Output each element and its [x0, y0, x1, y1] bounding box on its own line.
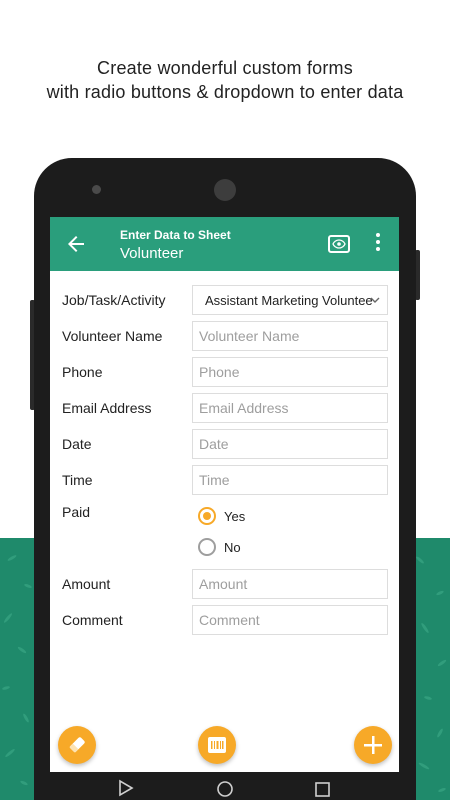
- nav-back-icon[interactable]: [119, 779, 134, 797]
- email-input[interactable]: [192, 393, 388, 423]
- date-label: Date: [62, 436, 92, 452]
- app-screen: Enter Data to Sheet Volunteer Job/Task/A…: [50, 217, 399, 772]
- promo-headline-line2: with radio buttons & dropdown to enter d…: [46, 82, 404, 102]
- date-input[interactable]: [192, 429, 388, 459]
- job-label: Job/Task/Activity: [62, 292, 166, 308]
- paid-label: Paid: [62, 504, 91, 520]
- phone-label: Phone: [62, 364, 103, 380]
- radio-unchecked-icon: [198, 538, 216, 556]
- paid-radio-no-label: No: [224, 540, 241, 555]
- amount-label: Amount: [62, 576, 111, 592]
- phone-camera: [214, 179, 236, 201]
- job-select[interactable]: Assistant Marketing Volunteer: [192, 285, 388, 315]
- form-row-phone: Phone: [50, 357, 399, 389]
- add-icon[interactable]: [354, 726, 392, 764]
- form-row-amount: Amount: [50, 569, 399, 601]
- phone-input[interactable]: [192, 357, 388, 387]
- barcode-scan-icon[interactable]: [198, 726, 236, 764]
- eraser-icon[interactable]: [58, 726, 96, 764]
- chevron-down-icon: [370, 297, 380, 303]
- paid-radio-yes-label: Yes: [224, 509, 246, 524]
- radio-checked-icon: [198, 507, 216, 525]
- nav-home-icon[interactable]: [217, 781, 233, 797]
- amount-input[interactable]: [192, 569, 388, 599]
- promo-headline: Create wonderful custom forms with radio…: [0, 56, 450, 104]
- form-row-job: Job/Task/Activity Assistant Marketing Vo…: [50, 285, 399, 317]
- form-row-date: Date: [50, 429, 399, 461]
- phone-sensor: [92, 185, 101, 194]
- email-label: Email Address: [62, 400, 152, 416]
- app-bar-subtitle: Volunteer: [120, 245, 184, 262]
- system-nav-bar: [50, 774, 399, 800]
- arrow-left-icon[interactable]: [64, 232, 88, 256]
- time-label: Time: [62, 472, 93, 488]
- more-vert-icon[interactable]: [374, 233, 382, 255]
- form-row-paid: Paid Yes No: [50, 497, 399, 567]
- volunteer-name-label: Volunteer Name: [62, 328, 163, 344]
- comment-input[interactable]: [192, 605, 388, 635]
- app-bar-title: Enter Data to Sheet: [120, 228, 231, 242]
- app-bar: Enter Data to Sheet Volunteer: [50, 217, 399, 271]
- eye-icon[interactable]: [328, 235, 350, 253]
- time-input[interactable]: [192, 465, 388, 495]
- promo-headline-line1: Create wonderful custom forms: [97, 58, 353, 78]
- form-row-email: Email Address: [50, 393, 399, 425]
- form-row-volunteer-name: Volunteer Name: [50, 321, 399, 353]
- nav-recents-icon[interactable]: [315, 782, 330, 797]
- job-select-value: Assistant Marketing Volunteer: [205, 293, 373, 308]
- volunteer-name-input[interactable]: [192, 321, 388, 351]
- comment-label: Comment: [62, 612, 123, 628]
- form-row-comment: Comment: [50, 605, 399, 637]
- form-row-time: Time: [50, 465, 399, 497]
